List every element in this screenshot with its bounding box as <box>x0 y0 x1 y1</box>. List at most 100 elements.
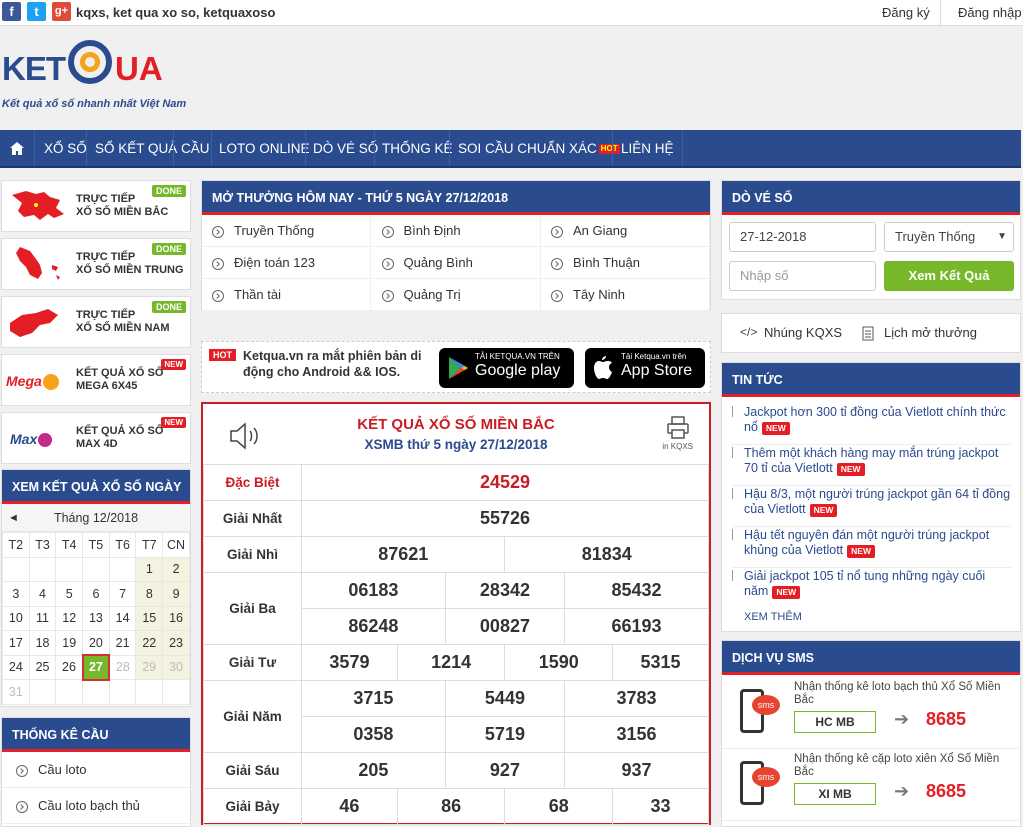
lich-mo-thuong-link[interactable]: Lịch mở thưởng <box>884 325 977 340</box>
xem-them-link[interactable]: XEM THÊM <box>744 611 802 623</box>
home-icon[interactable] <box>0 130 34 166</box>
cau-loto-bach-thu-link[interactable]: Cầu loto bạch thủ <box>2 788 190 824</box>
calendar-day[interactable]: 8 <box>135 581 164 607</box>
card-line1: TRỰC TIẾP <box>76 309 136 321</box>
result-table: Đặc Biệt 24529 Giải Nhất 55726 Giải Nhì 876… <box>203 464 709 825</box>
calendar-day[interactable]: 14 <box>108 605 137 631</box>
new-badge: NEW <box>836 463 865 476</box>
google-plus-icon[interactable]: g+ <box>52 2 71 21</box>
twitter-icon[interactable]: t <box>27 2 46 21</box>
lottery-type-select[interactable]: Truyền Thống ▼ <box>884 222 1014 252</box>
mega-645-card[interactable]: Mega KẾT QUẢ XỔ SỐ MEGA 6X45 NEW <box>1 354 191 406</box>
mo-thuong-item[interactable]: An Giang <box>541 215 710 247</box>
login-link[interactable]: Đăng nhập <box>958 5 1022 20</box>
calendar-day[interactable]: 28 <box>108 654 137 680</box>
xem-ket-qua-button[interactable]: Xem Kết Quả <box>884 261 1014 291</box>
google-play-icon <box>449 357 468 379</box>
prize-label: Giải Ba <box>203 572 302 645</box>
calendar-day[interactable]: 2 <box>162 556 190 582</box>
sms-number: 8685 <box>926 781 967 801</box>
nav-cau[interactable]: CẦU <box>173 130 217 166</box>
mo-thuong-item[interactable]: Thần tài <box>202 279 371 311</box>
calendar-day[interactable]: 21 <box>108 630 137 656</box>
ticket-number-input[interactable]: Nhập số <box>729 261 876 291</box>
cau-loto-link[interactable]: Cầu loto <box>2 752 190 788</box>
news-item[interactable]: Jackpot hơn 300 tỉ đồng của Vietlott chí… <box>732 405 1012 445</box>
sms-item[interactable]: sms Nhận thống kê loto bạch thủ Xổ Số Mi… <box>722 679 1020 749</box>
calendar-day[interactable]: 30 <box>162 654 190 680</box>
mo-thuong-label: Quảng Trị <box>403 287 461 302</box>
embed-kqxs-link[interactable]: Nhúng KQXS <box>764 325 842 340</box>
calendar-day[interactable]: 9 <box>162 581 190 607</box>
arrow-circle-icon <box>16 764 28 777</box>
calendar-day[interactable]: 20 <box>82 630 110 656</box>
calendar-day[interactable]: 31 <box>2 679 30 705</box>
mo-thuong-item[interactable]: Quảng Trị <box>371 279 541 311</box>
calendar-day[interactable]: 17 <box>2 630 30 656</box>
calendar-day[interactable]: 25 <box>28 654 57 680</box>
nav-so-ket-qua[interactable]: SỔ KẾT QUẢ <box>86 130 185 166</box>
mo-thuong-item[interactable]: Điện toán 123 <box>202 247 371 279</box>
mo-thuong-item[interactable]: Bình Thuận <box>541 247 710 279</box>
calendar-day[interactable]: 27 <box>81 654 111 681</box>
calendar-day[interactable]: 10 <box>2 605 30 631</box>
news-item[interactable]: Giải jackpot 105 tỉ nổ tung những ngày c… <box>732 569 1012 607</box>
app-store-button[interactable]: Tải Ketqua.vn trên App Store <box>585 348 705 388</box>
sms-desc: Nhận thống kê loto bạch thủ Xổ Số Miền B… <box>794 681 1001 706</box>
card-line2: MAX 4D <box>76 438 118 450</box>
news-item[interactable]: Hậu tết nguyên đán một người trúng jackp… <box>732 528 1012 568</box>
calendar-day[interactable]: 6 <box>82 581 110 607</box>
sms-item[interactable]: sms Nhận thống kê cặp loto xiên Xổ Số Mi… <box>722 751 1020 821</box>
mo-thuong-item[interactable]: Truyền Thống <box>202 215 371 247</box>
calendar-empty <box>28 556 57 582</box>
calendar-day[interactable]: 29 <box>135 654 164 680</box>
calendar-day[interactable]: 5 <box>55 581 84 607</box>
new-badge: NEW <box>847 545 875 558</box>
calendar-empty <box>28 679 57 705</box>
live-xsmb-card[interactable]: TRỰC TIẾP XỔ SỐ MIỀN BẮC DONE <box>1 180 191 232</box>
date-input[interactable]: 27-12-2018 <box>729 222 876 252</box>
result-row-tu: Giải Tư 3579 1214 1590 5315 <box>203 644 709 681</box>
mo-thuong-item[interactable]: Quảng Bình <box>371 247 541 279</box>
result-row-nam: Giải Năm 3715 5449 3783 <box>203 680 709 753</box>
prize-number: 3715 <box>301 680 446 717</box>
site-logo[interactable]: KET UA Kết quả xổ số nhanh nhất Việt Nam <box>0 36 200 116</box>
calendar-day[interactable]: 26 <box>55 654 84 680</box>
prev-month-icon[interactable]: ◄ <box>8 504 19 532</box>
sms-code: HC MB <box>794 711 876 733</box>
calendar-day[interactable]: 16 <box>162 605 190 631</box>
facebook-icon[interactable]: f <box>2 2 21 21</box>
calendar-day[interactable]: 11 <box>28 605 57 631</box>
nav-thong-ke[interactable]: THỐNG KÊ <box>374 130 460 166</box>
nav-soi-cau[interactable]: SOI CẦU CHUẨN XÁC HOT <box>449 130 628 166</box>
mo-thuong-item[interactable]: Bình Định <box>371 215 541 247</box>
calendar-day[interactable]: 12 <box>55 605 84 631</box>
calendar-day[interactable]: 15 <box>135 605 164 631</box>
news-item[interactable]: Thêm một khách hàng may mắn trúng jackpo… <box>732 446 1012 486</box>
live-xsmt-card[interactable]: TRỰC TIẾP XỔ SỐ MIỀN TRUNG DONE <box>1 238 191 290</box>
calendar-day[interactable]: 18 <box>28 630 57 656</box>
calendar-day[interactable]: 23 <box>162 630 190 656</box>
calendar-day[interactable]: 22 <box>135 630 164 656</box>
mo-thuong-item[interactable]: Tây Ninh <box>541 279 710 311</box>
google-play-button[interactable]: TẢI KETQUA.VN TRÊN Google play <box>439 348 574 388</box>
calendar-day[interactable]: 4 <box>28 581 57 607</box>
prize-number: 3783 <box>564 680 709 717</box>
max-4d-card[interactable]: Max KẾT QUẢ XỔ SỐ MAX 4D NEW <box>1 412 191 464</box>
calendar-day[interactable]: 3 <box>2 581 30 607</box>
news-item[interactable]: Hậu 8/3, một người trúng jackpot gần 64 … <box>732 487 1012 527</box>
done-badge: DONE <box>151 301 186 313</box>
print-button[interactable]: in KQXS <box>662 416 693 451</box>
calendar-day[interactable]: 24 <box>2 654 30 680</box>
register-link[interactable]: Đăng ký <box>882 5 930 20</box>
calendar-day[interactable]: 1 <box>135 556 164 582</box>
live-xsmn-card[interactable]: TRỰC TIẾP XỔ SỐ MIỀN NAM DONE <box>1 296 191 348</box>
calendar-day[interactable]: 7 <box>108 581 137 607</box>
calendar-day[interactable]: 19 <box>55 630 84 656</box>
arrow-circle-icon <box>212 257 224 270</box>
nav-lien-he[interactable]: LIÊN HỆ <box>612 130 683 166</box>
calendar-day[interactable]: 13 <box>82 605 110 631</box>
calendar-empty <box>55 556 84 582</box>
nav-loto-online[interactable]: LOTO ONLINE <box>211 130 317 166</box>
app-promo: HOT Ketqua.vn ra mắt phiên bản di động c… <box>201 341 711 393</box>
